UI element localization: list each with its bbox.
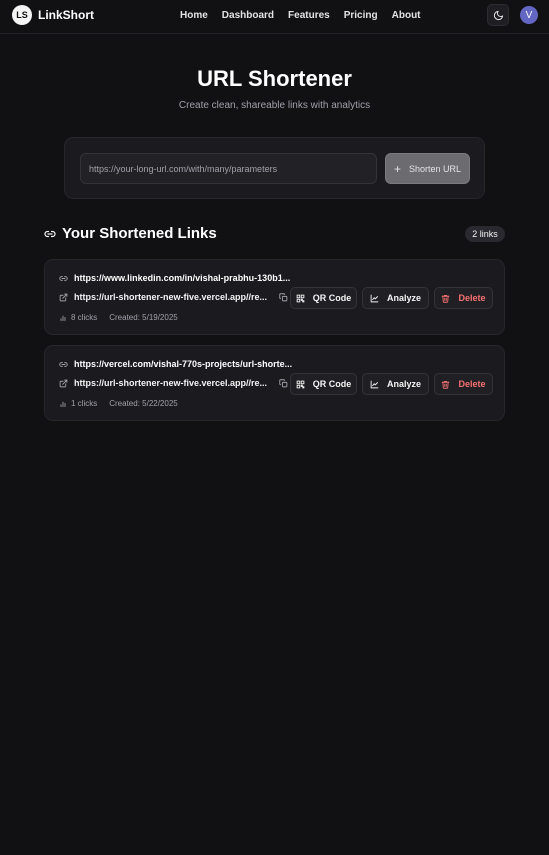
original-url[interactable]: https://vercel.com/vishal-770s-projects/…: [74, 359, 292, 369]
link-icon: [59, 274, 68, 283]
analyze-label: Analyze: [386, 293, 421, 303]
short-url[interactable]: https://url-shortener-new-five.vercel.ap…: [74, 378, 267, 388]
user-avatar[interactable]: V: [520, 6, 538, 24]
shorten-url-label: Shorten URL: [408, 163, 462, 174]
trash-icon: [441, 294, 450, 303]
delete-button[interactable]: Delete: [434, 287, 493, 309]
link-icon: [59, 360, 68, 369]
line-chart-icon: [370, 294, 379, 303]
top-navbar: LS LinkShort Home Dashboard Features Pri…: [0, 0, 549, 34]
analyze-label: Analyze: [386, 379, 421, 389]
brand-name: LinkShort: [38, 8, 94, 22]
qr-code-label: QR Code: [312, 379, 352, 389]
copy-icon[interactable]: [279, 292, 288, 302]
bar-chart-icon: [59, 400, 67, 408]
link-meta: 8 clicks Created: 5/19/2025: [59, 313, 178, 322]
nav-about[interactable]: About: [392, 10, 421, 21]
analyze-button[interactable]: Analyze: [362, 373, 429, 395]
page-title: URL Shortener: [197, 66, 352, 91]
shorten-form: + Shorten URL: [64, 137, 485, 199]
delete-button[interactable]: Delete: [434, 373, 493, 395]
delete-label: Delete: [458, 379, 486, 389]
click-count: 8 clicks: [71, 313, 98, 322]
main-nav: Home Dashboard Features Pricing About: [180, 10, 421, 21]
qr-code-label: QR Code: [312, 293, 352, 303]
link-meta: 1 clicks Created: 5/22/2025: [59, 399, 178, 408]
short-url-row: https://url-shortener-new-five.vercel.ap…: [59, 378, 288, 388]
link-icon: [44, 228, 56, 240]
created-date: Created: 5/22/2025: [109, 399, 178, 408]
shorten-url-button[interactable]: + Shorten URL: [385, 153, 470, 184]
plus-icon: +: [393, 161, 401, 176]
qr-code-icon: [296, 380, 305, 389]
original-url[interactable]: https://www.linkedin.com/in/vishal-prabh…: [74, 273, 290, 283]
link-card: https://www.linkedin.com/in/vishal-prabh…: [44, 259, 505, 335]
analyze-button[interactable]: Analyze: [362, 287, 429, 309]
nav-features[interactable]: Features: [288, 10, 330, 21]
qr-code-icon: [296, 294, 305, 303]
logo-mark: LS: [12, 5, 32, 25]
nav-home[interactable]: Home: [180, 10, 208, 21]
nav-pricing[interactable]: Pricing: [344, 10, 378, 21]
theme-toggle-button[interactable]: [487, 4, 509, 26]
delete-label: Delete: [458, 293, 486, 303]
link-card: https://vercel.com/vishal-770s-projects/…: [44, 345, 505, 421]
nav-dashboard[interactable]: Dashboard: [222, 10, 274, 21]
trash-icon: [441, 380, 450, 389]
short-url-row: https://url-shortener-new-five.vercel.ap…: [59, 292, 288, 302]
links-count-badge: 2 links: [465, 226, 505, 242]
long-url-input[interactable]: [80, 153, 377, 184]
external-link-icon[interactable]: [59, 293, 68, 302]
links-section-header: Your Shortened Links: [44, 225, 217, 242]
copy-icon[interactable]: [279, 378, 288, 388]
page-subtitle: Create clean, shareable links with analy…: [178, 100, 371, 111]
created-date: Created: 5/19/2025: [109, 313, 178, 322]
external-link-icon[interactable]: [59, 379, 68, 388]
original-url-row: https://www.linkedin.com/in/vishal-prabh…: [59, 273, 290, 283]
short-url[interactable]: https://url-shortener-new-five.vercel.ap…: [74, 292, 267, 302]
original-url-row: https://vercel.com/vishal-770s-projects/…: [59, 359, 292, 369]
line-chart-icon: [370, 380, 379, 389]
qr-code-button[interactable]: QR Code: [290, 373, 357, 395]
moon-icon: [493, 10, 504, 21]
links-section-title: Your Shortened Links: [62, 225, 217, 242]
bar-chart-icon: [59, 314, 67, 322]
brand-logo[interactable]: LS LinkShort: [12, 5, 94, 25]
click-count: 1 clicks: [71, 399, 98, 408]
qr-code-button[interactable]: QR Code: [290, 287, 357, 309]
